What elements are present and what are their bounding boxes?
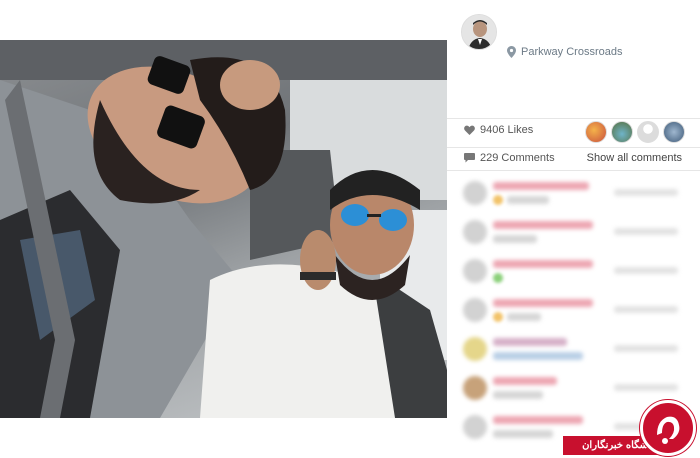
post-photo[interactable]	[0, 40, 447, 418]
emoji-icon	[493, 273, 503, 283]
comment-time	[614, 306, 678, 313]
selfie-illustration	[0, 40, 447, 418]
heart-icon	[464, 125, 475, 135]
list-item[interactable]	[447, 172, 700, 211]
hand-logo-icon	[657, 416, 680, 444]
comment-text	[493, 352, 583, 360]
commenter-name	[493, 377, 557, 385]
likes-count[interactable]: 9406 Likes	[464, 124, 533, 136]
comments-label: 229 Comments	[480, 152, 555, 164]
comment-text	[493, 235, 537, 243]
commenter-avatar	[463, 181, 487, 205]
comment-text	[507, 313, 541, 321]
comment-time	[614, 267, 678, 274]
commenter-name	[493, 338, 567, 346]
avatar-image	[462, 15, 496, 49]
divider	[447, 147, 700, 148]
commenter-name	[493, 416, 583, 424]
divider	[447, 118, 700, 119]
emoji-icon	[493, 312, 503, 322]
comment-time	[614, 228, 678, 235]
commenter-avatar	[463, 298, 487, 322]
commenter-name	[493, 260, 593, 268]
list-item[interactable]	[447, 250, 700, 289]
post-sidebar: Parkway Crossroads 9406 Likes 229 Commen…	[447, 0, 700, 458]
watermark-logo	[640, 400, 696, 456]
location-label: Parkway Crossroads	[521, 46, 623, 58]
commenter-name	[493, 221, 593, 229]
emoji-icon	[493, 195, 503, 205]
post-location[interactable]: Parkway Crossroads	[507, 46, 622, 58]
liker-avatar[interactable]	[585, 121, 607, 143]
commenter-avatar	[463, 415, 487, 439]
instagram-post-viewer: Parkway Crossroads 9406 Likes 229 Commen…	[0, 0, 700, 458]
comment-time	[614, 345, 678, 352]
commenter-avatar	[463, 337, 487, 361]
comments-count[interactable]: 229 Comments	[464, 152, 555, 164]
list-item[interactable]	[447, 211, 700, 250]
speech-bubble-icon	[464, 153, 475, 163]
liker-avatars	[585, 121, 685, 143]
commenter-avatar	[463, 259, 487, 283]
liker-avatar[interactable]	[637, 121, 659, 143]
comment-text	[507, 196, 549, 204]
liker-avatar[interactable]	[663, 121, 685, 143]
comment-text	[493, 391, 543, 399]
commenter-avatar	[463, 220, 487, 244]
commenter-avatar	[463, 376, 487, 400]
likes-label: 9406 Likes	[480, 124, 534, 136]
commenter-name	[493, 299, 593, 307]
list-item[interactable]	[447, 289, 700, 328]
list-item[interactable]	[447, 328, 700, 367]
comment-time	[614, 189, 678, 196]
comment-time	[614, 384, 678, 391]
show-all-comments-link[interactable]: Show all comments	[587, 152, 682, 164]
divider	[447, 170, 700, 171]
liker-avatar[interactable]	[611, 121, 633, 143]
commenter-name	[493, 182, 589, 190]
comment-text	[493, 430, 553, 438]
map-pin-icon	[507, 46, 516, 58]
profile-avatar[interactable]	[461, 14, 497, 50]
